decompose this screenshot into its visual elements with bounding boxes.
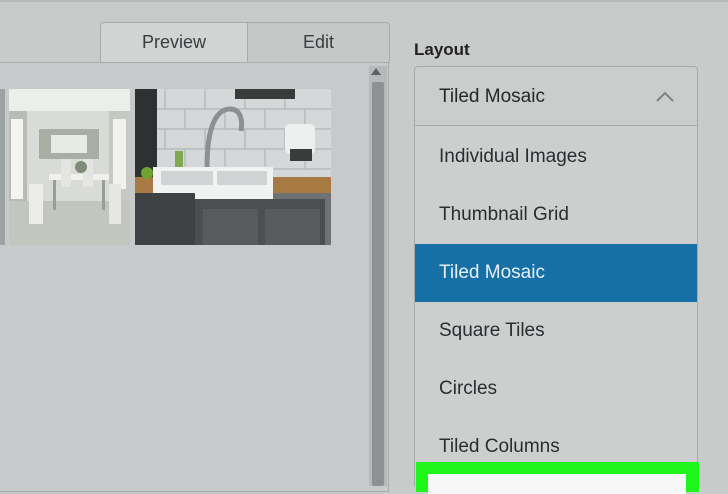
- gallery-image-partial: [0, 89, 5, 245]
- layout-dropdown-list: Individual Images Thumbnail Grid Tiled M…: [414, 126, 698, 486]
- highlighted-option-next[interactable]: [428, 474, 686, 494]
- layout-option-square-tiles[interactable]: Square Tiles: [415, 302, 697, 360]
- top-border: [0, 0, 728, 2]
- layout-option-thumbnail-grid[interactable]: Thumbnail Grid: [415, 186, 697, 244]
- layout-option-tiled-mosaic[interactable]: Tiled Mosaic: [415, 244, 697, 302]
- layout-select[interactable]: Tiled Mosaic: [414, 66, 698, 126]
- gallery-image-dining-room: [9, 89, 130, 245]
- layout-select-value: Tiled Mosaic: [439, 86, 545, 107]
- tab-edit[interactable]: Edit: [247, 22, 390, 62]
- chevron-up-icon: [656, 91, 674, 102]
- layout-option-individual-images[interactable]: Individual Images: [415, 128, 697, 186]
- layout-heading: Layout: [414, 40, 470, 59]
- editor-tabs: Preview Edit: [100, 22, 390, 62]
- layout-option-circles[interactable]: Circles: [415, 360, 697, 418]
- scroll-up-arrow-icon[interactable]: [371, 68, 381, 75]
- scrollbar-thumb[interactable]: [372, 82, 384, 486]
- tab-preview[interactable]: Preview: [100, 22, 247, 62]
- gallery-image-kitchen-sink: [135, 89, 331, 245]
